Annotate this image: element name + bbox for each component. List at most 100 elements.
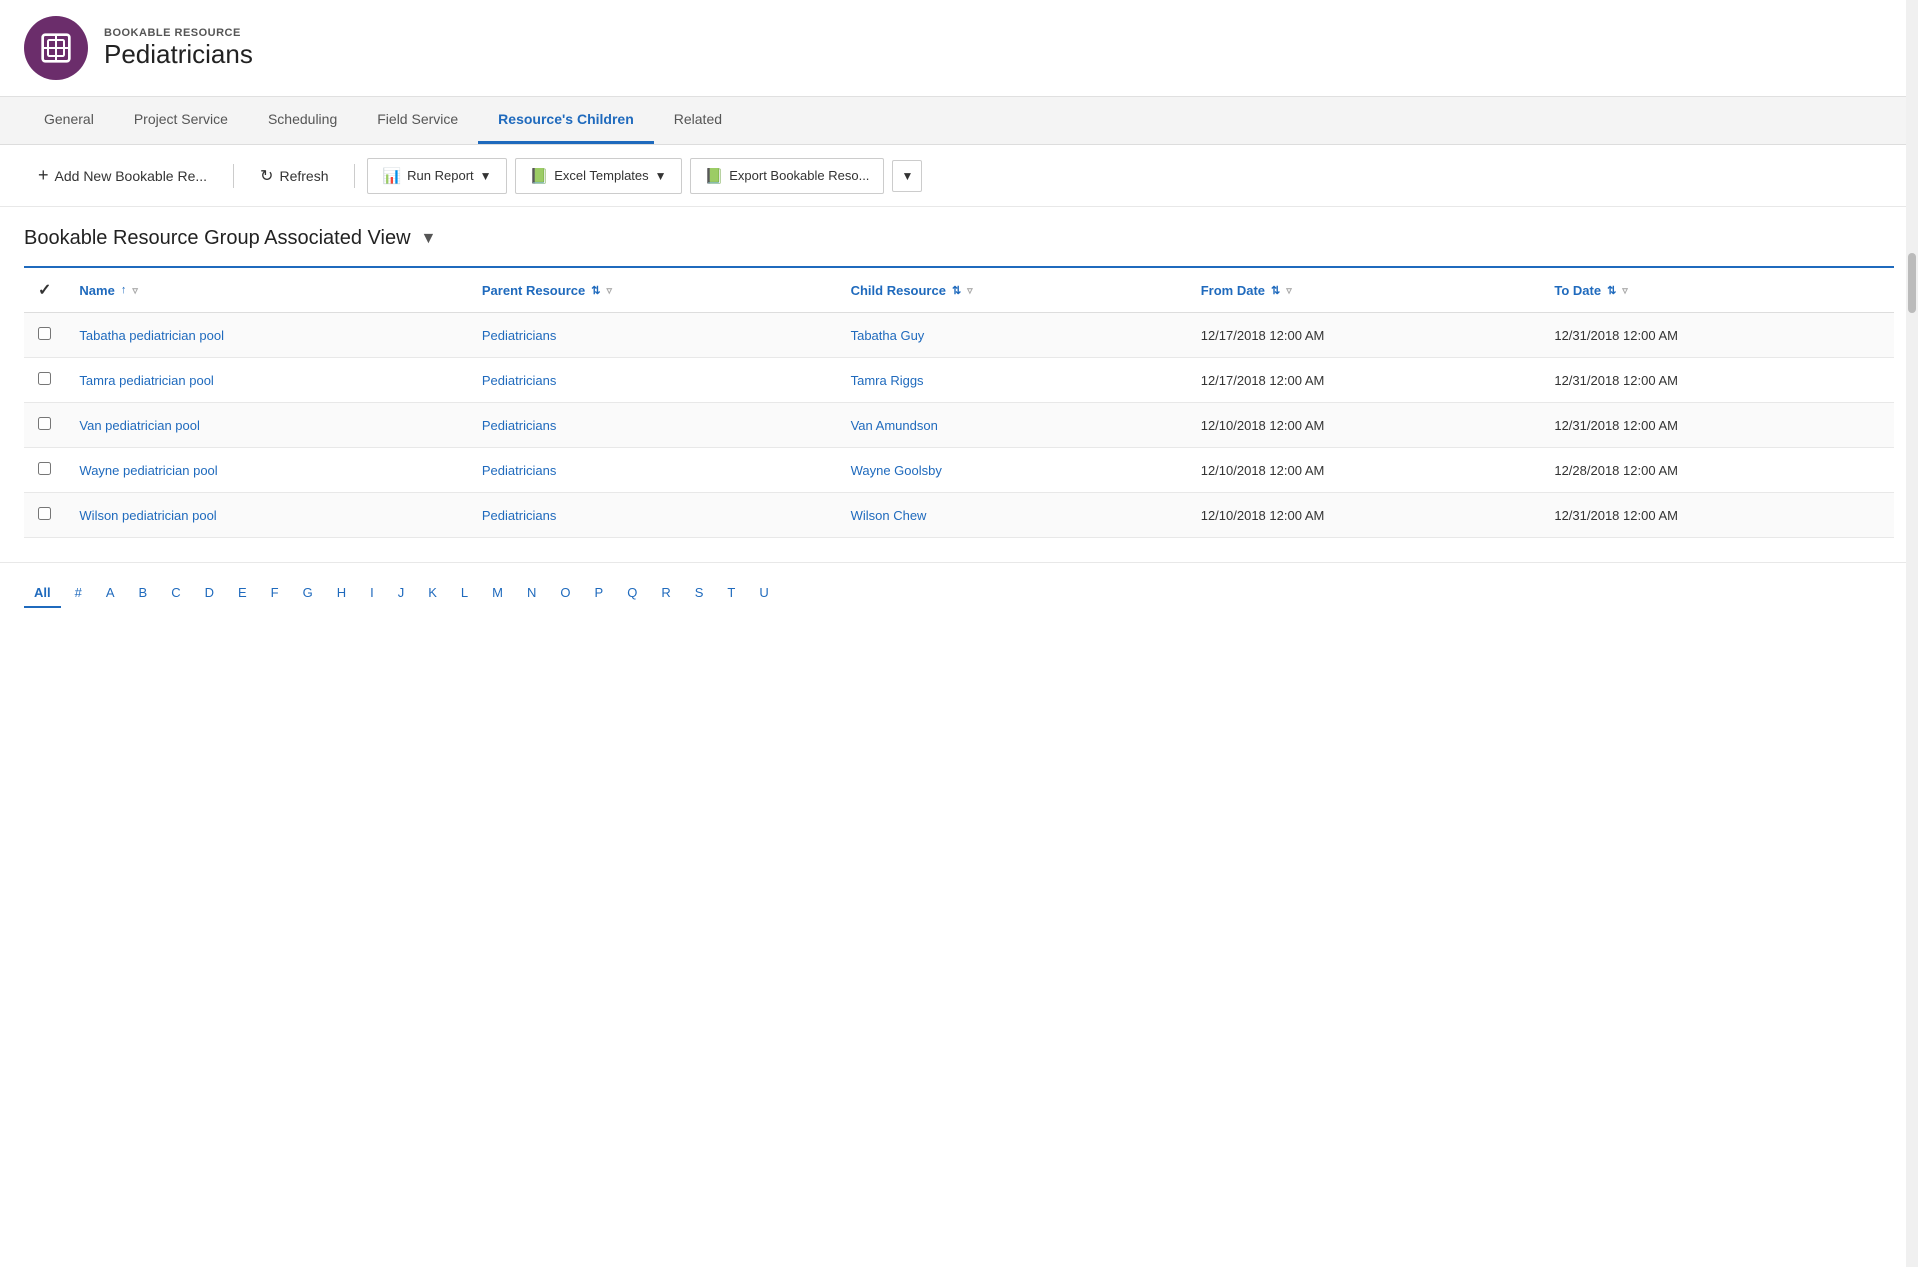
row-child-link-3[interactable]: Wayne Goolsby [851,463,942,478]
checkbox-3[interactable] [38,462,51,475]
row-child-link-2[interactable]: Van Amundson [851,418,938,433]
pagination-item-d[interactable]: D [195,579,224,608]
row-name-link-4[interactable]: Wilson pediatrician pool [79,508,216,523]
export-dropdown-button[interactable]: ▼ [892,160,922,192]
add-new-button[interactable]: + Add New Bookable Re... [24,157,221,194]
pagination-item-n[interactable]: N [517,579,546,608]
col-child-filter-icon[interactable]: ▿ [967,284,973,297]
pagination-item-#[interactable]: # [65,579,92,608]
pagination-item-u[interactable]: U [749,579,778,608]
row-child-link-0[interactable]: Tabatha Guy [851,328,925,343]
pagination-item-r[interactable]: R [651,579,680,608]
run-report-button[interactable]: 📊 Run Report ▼ [367,158,506,194]
scrollbar[interactable] [1906,0,1918,1267]
export-button[interactable]: 📗 Export Bookable Reso... [690,158,885,194]
col-header-from-date[interactable]: From Date ⇅ ▿ [1187,267,1541,313]
pagination-item-l[interactable]: L [451,579,478,608]
col-to-filter-icon[interactable]: ▿ [1622,284,1628,297]
col-from-label: From Date [1201,283,1265,298]
row-checkbox-4[interactable] [24,493,65,538]
scrollbar-thumb[interactable] [1908,253,1916,313]
col-parent-sort-icon[interactable]: ⇅ [591,284,600,297]
row-name-link-0[interactable]: Tabatha pediatrician pool [79,328,224,343]
pagination-item-i[interactable]: I [360,579,384,608]
refresh-button[interactable]: ↻ Refresh [246,158,342,194]
row-to-date-0: 12/31/2018 12:00 AM [1540,313,1894,358]
row-parent-2: Pediatricians [468,403,837,448]
pagination-item-s[interactable]: S [685,579,714,608]
pagination-item-g[interactable]: G [293,579,323,608]
select-all-header[interactable]: ✓ [24,267,65,313]
row-checkbox-0[interactable] [24,313,65,358]
row-parent-link-2[interactable]: Pediatricians [482,418,556,433]
excel-templates-button[interactable]: 📗 Excel Templates ▼ [515,158,682,194]
row-parent-link-1[interactable]: Pediatricians [482,373,556,388]
col-name-filter-icon[interactable]: ▿ [132,284,138,297]
row-checkbox-3[interactable] [24,448,65,493]
row-checkbox-2[interactable] [24,403,65,448]
pagination-item-q[interactable]: Q [617,579,647,608]
col-child-label: Child Resource [851,283,946,298]
pagination-item-m[interactable]: M [482,579,513,608]
col-header-parent-resource[interactable]: Parent Resource ⇅ ▿ [468,267,837,313]
data-table: ✓ Name ↑ ▿ Parent Resource ⇅ ▿ [24,266,1894,538]
tab-project-service[interactable]: Project Service [114,97,248,144]
toolbar-divider-1 [233,164,234,188]
row-child-3: Wayne Goolsby [837,448,1187,493]
checkbox-2[interactable] [38,417,51,430]
row-child-link-1[interactable]: Tamra Riggs [851,373,924,388]
logo-icon [40,32,72,64]
row-name-link-2[interactable]: Van pediatrician pool [79,418,199,433]
col-from-filter-icon[interactable]: ▿ [1286,284,1292,297]
pagination-item-a[interactable]: A [96,579,125,608]
pagination-item-j[interactable]: J [388,579,415,608]
row-parent-0: Pediatricians [468,313,837,358]
table-row: Tabatha pediatrician pool Pediatricians … [24,313,1894,358]
pagination-item-t[interactable]: T [717,579,745,608]
row-name-link-3[interactable]: Wayne pediatrician pool [79,463,217,478]
pagination-item-o[interactable]: O [550,579,580,608]
pagination-item-p[interactable]: P [585,579,614,608]
checkbox-1[interactable] [38,372,51,385]
col-name-sort-icon[interactable]: ↑ [121,284,127,296]
pagination-item-all[interactable]: All [24,579,61,608]
col-to-sort-icon[interactable]: ⇅ [1607,284,1616,297]
pagination-item-k[interactable]: K [418,579,447,608]
row-name-link-1[interactable]: Tamra pediatrician pool [79,373,213,388]
checkbox-0[interactable] [38,327,51,340]
row-parent-link-4[interactable]: Pediatricians [482,508,556,523]
tab-related[interactable]: Related [654,97,742,144]
toolbar: + Add New Bookable Re... ↻ Refresh 📊 Run… [0,145,1918,207]
row-to-date-2: 12/31/2018 12:00 AM [1540,403,1894,448]
col-from-sort-icon[interactable]: ⇅ [1271,284,1280,297]
col-name-label: Name [79,283,114,298]
col-child-sort-icon[interactable]: ⇅ [952,284,961,297]
tab-scheduling[interactable]: Scheduling [248,97,357,144]
row-child-2: Van Amundson [837,403,1187,448]
toolbar-divider-2 [354,164,355,188]
plus-icon: + [38,165,49,186]
row-child-4: Wilson Chew [837,493,1187,538]
add-new-label: Add New Bookable Re... [55,168,208,184]
col-header-to-date[interactable]: To Date ⇅ ▿ [1540,267,1894,313]
col-header-name[interactable]: Name ↑ ▿ [65,267,467,313]
tab-resources-children[interactable]: Resource's Children [478,97,654,144]
pagination-item-c[interactable]: C [161,579,190,608]
table-header-row: ✓ Name ↑ ▿ Parent Resource ⇅ ▿ [24,267,1894,313]
tab-field-service[interactable]: Field Service [357,97,478,144]
pagination-item-b[interactable]: B [129,579,158,608]
row-child-link-4[interactable]: Wilson Chew [851,508,927,523]
report-icon: 📊 [382,167,401,185]
checkbox-4[interactable] [38,507,51,520]
pagination-item-h[interactable]: H [327,579,356,608]
tab-general[interactable]: General [24,97,114,144]
view-title-chevron-icon[interactable]: ▼ [421,230,437,248]
row-checkbox-1[interactable] [24,358,65,403]
pagination-item-e[interactable]: E [228,579,257,608]
col-header-child-resource[interactable]: Child Resource ⇅ ▿ [837,267,1187,313]
row-parent-link-0[interactable]: Pediatricians [482,328,556,343]
view-title-bar: Bookable Resource Group Associated View … [0,207,1918,266]
row-parent-link-3[interactable]: Pediatricians [482,463,556,478]
col-parent-filter-icon[interactable]: ▿ [606,284,612,297]
pagination-item-f[interactable]: F [261,579,289,608]
